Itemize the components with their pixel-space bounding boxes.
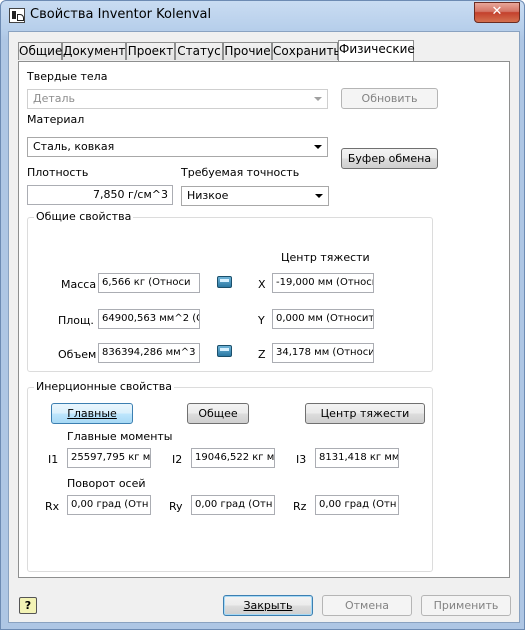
y-label: Y: [258, 314, 265, 327]
i1-label: I1: [48, 453, 59, 466]
principal-button[interactable]: Главные: [51, 403, 133, 424]
accuracy-value: Низкое: [187, 189, 229, 202]
material-dropdown[interactable]: Сталь, ковкая: [27, 137, 328, 157]
cancel-button[interactable]: Отмена: [322, 595, 412, 616]
axis-rotation-title: Поворот осей: [67, 477, 146, 490]
window-title: Свойства Inventor Kolenval: [30, 7, 212, 22]
accuracy-label: Требуемая точность: [181, 166, 300, 179]
rz-field[interactable]: 0,00 град (Отн: [315, 495, 399, 515]
general-properties-group: Общие свойства Центр тяжести Масса 6,566…: [27, 210, 433, 372]
inertia-properties-title: Инерционные свойства: [34, 380, 174, 393]
update-button[interactable]: Обновить: [341, 88, 438, 109]
area-label: Площ.: [58, 314, 94, 327]
accuracy-dropdown[interactable]: Низкое: [181, 186, 329, 206]
center-of-gravity-button[interactable]: Центр тяжести: [305, 403, 425, 424]
chevron-down-icon: [314, 97, 322, 101]
global-button[interactable]: Общее: [187, 403, 249, 424]
calculator-icon[interactable]: [217, 345, 232, 357]
center-of-gravity-title: Центр тяжести: [281, 251, 370, 264]
close-window-button[interactable]: ✕: [474, 2, 520, 23]
ry-label: Ry: [169, 500, 183, 513]
i3-field[interactable]: 8131,418 кг мм: [315, 448, 399, 468]
i1-field[interactable]: 25597,795 кг м: [67, 448, 151, 468]
material-value: Сталь, ковкая: [33, 140, 115, 153]
tab-save[interactable]: Сохранить: [272, 42, 341, 60]
general-properties-title: Общие свойства: [34, 210, 134, 223]
area-field[interactable]: 64900,563 мм^2 (О: [98, 309, 200, 329]
x-label: X: [258, 278, 266, 291]
solids-label: Твердые тела: [27, 70, 108, 83]
help-icon[interactable]: ?: [19, 597, 37, 614]
properties-dialog: Свойства Inventor Kolenval ✕ Общие Докум…: [0, 0, 525, 630]
title-bar[interactable]: Свойства Inventor Kolenval ✕: [1, 1, 524, 29]
tab-status[interactable]: Статус: [175, 42, 223, 60]
density-field[interactable]: 7,850 г/см^3: [27, 185, 173, 205]
principal-button-label: Главные: [67, 407, 117, 420]
solids-dropdown[interactable]: Деталь: [27, 89, 328, 109]
dialog-client-area: Общие Документ Проект Статус Прочие Сохр…: [8, 31, 520, 623]
physical-tab-panel: Твердые тела Деталь Обновить Материал Ст…: [18, 61, 510, 578]
rx-label: Rx: [45, 500, 60, 513]
z-field[interactable]: 34,178 мм (Относи: [272, 343, 374, 363]
close-button[interactable]: Закрыть: [223, 595, 313, 616]
tab-general[interactable]: Общие: [18, 42, 62, 60]
chevron-down-icon: [315, 194, 323, 198]
density-label: Плотность: [27, 166, 89, 179]
tab-document[interactable]: Документ: [62, 42, 126, 60]
i2-field[interactable]: 19046,522 кг м: [191, 448, 275, 468]
mass-field[interactable]: 6,566 кг (Относи: [98, 273, 200, 293]
rz-label: Rz: [293, 500, 307, 513]
x-field[interactable]: -19,000 мм (Относи: [272, 273, 374, 293]
principal-moments-title: Главные моменты: [67, 430, 173, 443]
rx-field[interactable]: 0,00 град (Отн: [67, 495, 151, 515]
z-label: Z: [258, 348, 266, 361]
solids-value: Деталь: [33, 92, 76, 105]
inventor-app-icon: [9, 8, 25, 23]
tab-project[interactable]: Проект: [126, 42, 175, 60]
close-button-label: Закрыть: [243, 599, 293, 612]
mass-label: Масса: [61, 278, 97, 291]
volume-label: Объем: [58, 348, 97, 361]
inertia-properties-group: Инерционные свойства Главные Общее Центр…: [27, 380, 433, 572]
clipboard-button[interactable]: Буфер обмена: [341, 148, 438, 169]
tab-other[interactable]: Прочие: [223, 42, 272, 60]
chevron-down-icon: [314, 145, 322, 149]
i3-label: I3: [296, 453, 307, 466]
y-field[interactable]: 0,000 мм (Относит: [272, 309, 374, 329]
calculator-icon[interactable]: [217, 276, 232, 288]
volume-field[interactable]: 836394,286 мм^3 (: [98, 343, 200, 363]
i2-label: I2: [172, 453, 183, 466]
material-label: Материал: [27, 113, 85, 126]
ry-field[interactable]: 0,00 град (Отн: [191, 495, 275, 515]
tab-physical[interactable]: Физические: [338, 40, 415, 61]
apply-button[interactable]: Применить: [421, 595, 511, 616]
